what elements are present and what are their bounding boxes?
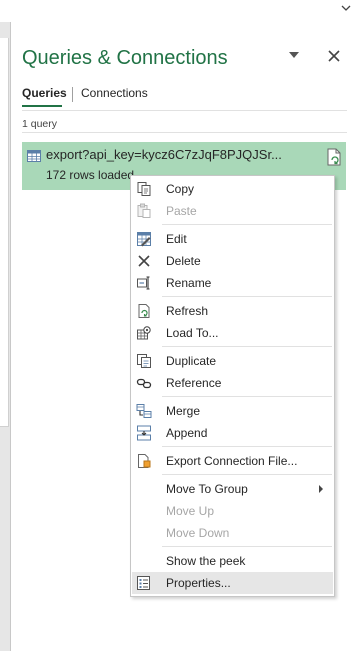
- menu-item-label: Copy: [166, 182, 195, 196]
- menu-separator: [162, 346, 332, 347]
- pane-options-icon[interactable]: [288, 50, 300, 60]
- rename-icon: [137, 276, 150, 290]
- menu-item-label: Move Down: [166, 526, 230, 540]
- menu-item-show-the-peek[interactable]: Show the peek: [132, 550, 333, 572]
- copy-icon: [137, 182, 151, 196]
- context-menu: Copy Paste Edit Delete Rename Refresh Lo…: [130, 175, 335, 597]
- worksheet-edge: [0, 22, 11, 651]
- menu-separator: [162, 446, 332, 447]
- query-count: 1 query: [22, 118, 58, 130]
- paste-icon: [137, 203, 151, 218]
- menu-separator: [162, 224, 332, 225]
- delete-icon: [138, 255, 150, 267]
- chevron-down-icon[interactable]: [341, 3, 351, 13]
- menu-item-label: Show the peek: [166, 554, 246, 568]
- menu-item-label: Duplicate: [166, 354, 217, 368]
- menu-item-append[interactable]: Append: [132, 422, 333, 444]
- tab-connections-label: Connections: [81, 86, 148, 100]
- close-icon[interactable]: [327, 49, 341, 63]
- menu-item-move-down[interactable]: Move Down: [132, 522, 333, 544]
- menu-item-export-connection-file[interactable]: Export Connection File...: [132, 450, 333, 472]
- menu-item-merge[interactable]: Merge: [132, 400, 333, 422]
- menu-item-rename[interactable]: Rename: [132, 272, 333, 294]
- menu-item-properties[interactable]: Properties...: [132, 572, 333, 594]
- menu-item-move-to-group[interactable]: Move To Group: [132, 478, 333, 500]
- menu-item-duplicate[interactable]: Duplicate: [132, 350, 333, 372]
- query-status: 172 rows loaded.: [46, 168, 138, 182]
- menu-separator: [162, 396, 332, 397]
- edit-icon: [137, 232, 151, 247]
- menu-item-label: Rename: [166, 276, 212, 290]
- menu-item-label: Edit: [166, 232, 187, 246]
- refresh-icon: [138, 304, 150, 318]
- submenu-arrow-icon: [319, 485, 323, 493]
- menu-item-refresh[interactable]: Refresh: [132, 300, 333, 322]
- query-name: export?api_key=kycz6C7zJqF8PJQJSr...: [46, 147, 282, 162]
- menu-item-label: Move Up: [166, 504, 215, 518]
- tab-connections[interactable]: Connections: [81, 86, 148, 100]
- properties-icon: [137, 576, 150, 590]
- menu-item-label: Move To Group: [166, 482, 248, 496]
- menu-item-move-up[interactable]: Move Up: [132, 500, 333, 522]
- menu-item-label: Refresh: [166, 304, 209, 318]
- menu-item-label: Merge: [166, 404, 201, 418]
- menu-separator: [162, 474, 332, 475]
- reference-icon: [136, 378, 152, 389]
- menu-separator: [162, 296, 332, 297]
- duplicate-icon: [137, 354, 151, 368]
- pane-title: Queries & Connections: [22, 47, 228, 69]
- tabs-divider: [22, 110, 347, 111]
- menu-item-label: Append: [166, 426, 208, 440]
- menu-item-edit[interactable]: Edit: [132, 228, 333, 250]
- menu-item-label: Load To...: [166, 326, 219, 340]
- export-connection-icon: [138, 454, 151, 468]
- active-tab-underline: [22, 105, 62, 107]
- refresh-document-icon[interactable]: [326, 148, 342, 166]
- menu-item-reference[interactable]: Reference: [132, 372, 333, 394]
- load-to-icon: [137, 326, 151, 340]
- tab-queries-label: Queries: [22, 86, 67, 100]
- menu-item-label: Paste: [166, 204, 197, 218]
- worksheet-area: [0, 38, 9, 427]
- menu-item-copy[interactable]: Copy: [132, 178, 333, 200]
- menu-item-label: Properties...: [166, 576, 231, 590]
- tab-queries[interactable]: Queries: [22, 86, 67, 107]
- menu-item-label: Reference: [166, 376, 222, 390]
- count-divider: [22, 132, 347, 133]
- menu-item-label: Export Connection File...: [166, 454, 298, 468]
- menu-item-paste[interactable]: Paste: [132, 200, 333, 222]
- menu-item-label: Delete: [166, 254, 201, 268]
- formula-bar-strip: [0, 0, 357, 23]
- menu-item-load-to[interactable]: Load To...: [132, 322, 333, 344]
- tab-divider: [72, 87, 73, 102]
- merge-icon: [136, 404, 152, 418]
- table-icon: [27, 150, 41, 162]
- append-icon: [137, 425, 151, 441]
- menu-separator: [162, 546, 332, 547]
- menu-item-delete[interactable]: Delete: [132, 250, 333, 272]
